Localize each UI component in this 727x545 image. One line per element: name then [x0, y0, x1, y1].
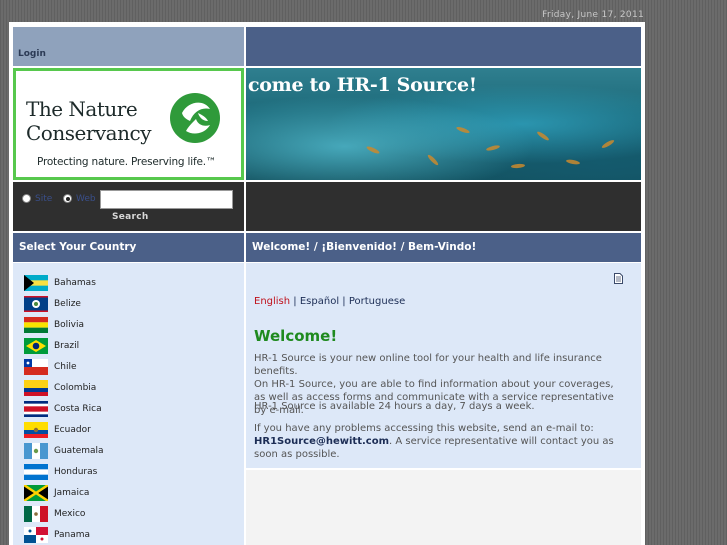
honduras-flag-icon	[24, 464, 48, 480]
colombia-flag-icon	[24, 380, 48, 396]
country-label: Costa Rica	[54, 404, 102, 414]
country-list: Bahamas Belize Bolivia Brazil Chile Colo…	[13, 263, 244, 545]
leaf-globe-icon	[170, 93, 220, 143]
guatemala-flag-icon	[24, 443, 48, 459]
lang-spanish-link[interactable]: Español	[300, 296, 339, 307]
country-item-brazil[interactable]: Brazil	[24, 338, 224, 354]
lang-separator: |	[293, 296, 297, 307]
costa-rica-flag-icon	[24, 401, 48, 417]
country-item-bolivia[interactable]: Bolivia	[24, 317, 224, 333]
country-label: Honduras	[54, 467, 98, 477]
country-item-costa-rica[interactable]: Costa Rica	[24, 401, 224, 417]
jamaica-flag-icon	[24, 485, 48, 501]
ecuador-flag-icon	[24, 422, 48, 438]
country-item-ecuador[interactable]: Ecuador	[24, 422, 224, 438]
language-selector: English | Español | Portuguese	[254, 296, 405, 307]
logo-line2: Conservancy	[26, 121, 152, 145]
fish-decoration	[485, 144, 501, 152]
logo-line1: The Nature	[26, 97, 138, 121]
country-label: Ecuador	[54, 425, 91, 435]
lang-english-link[interactable]: English	[254, 296, 290, 307]
chile-flag-icon	[24, 359, 48, 375]
logo-tagline: Protecting nature. Preserving life.™	[37, 156, 217, 168]
country-item-mexico[interactable]: Mexico	[24, 506, 224, 522]
panama-flag-icon	[24, 527, 48, 543]
country-label: Guatemala	[54, 446, 104, 456]
site-radio[interactable]	[22, 194, 31, 203]
country-label: Chile	[54, 362, 77, 372]
fish-decoration	[365, 145, 381, 155]
nature-conservancy-logo[interactable]: The Nature Conservancy Protecting nature…	[13, 68, 244, 180]
country-item-colombia[interactable]: Colombia	[24, 380, 224, 396]
welcome-heading: Welcome!	[254, 327, 338, 345]
login-link[interactable]: Login	[18, 49, 46, 59]
fish-decoration	[510, 163, 526, 169]
email-link[interactable]: HR1Source@hewitt.com	[254, 436, 389, 447]
country-item-guatemala[interactable]: Guatemala	[24, 443, 224, 459]
mexico-flag-icon	[24, 506, 48, 522]
intro-line1: HR-1 Source is your new online tool for …	[254, 353, 602, 377]
search-input[interactable]	[100, 190, 233, 209]
top-bar	[246, 27, 641, 66]
brazil-flag-icon	[24, 338, 48, 354]
country-label: Bahamas	[54, 278, 96, 288]
country-label: Jamaica	[54, 488, 90, 498]
contact-paragraph: If you have any problems accessing this …	[254, 422, 624, 461]
site-radio-label: Site	[35, 194, 53, 204]
belize-flag-icon	[24, 296, 48, 312]
search-box: Site Web Search	[13, 182, 244, 231]
availability-text: HR-1 Source is available 24 hours a day,…	[254, 401, 535, 412]
welcome-content: English | Español | Portuguese Welcome! …	[246, 263, 641, 468]
fish-decoration	[565, 158, 581, 166]
web-radio-label: Web	[76, 194, 96, 204]
fish-decoration	[426, 153, 440, 167]
content-header: Welcome! / ¡Bienvenido! / Bem-Vindo!	[246, 233, 641, 262]
country-item-panama[interactable]: Panama	[24, 527, 224, 543]
contact-text: If you have any problems accessing this …	[254, 423, 594, 434]
country-label: Belize	[54, 299, 81, 309]
country-label: Brazil	[54, 341, 80, 351]
country-header: Select Your Country	[13, 233, 244, 262]
search-bar-filler	[246, 182, 641, 231]
country-item-jamaica[interactable]: Jamaica	[24, 485, 224, 501]
document-icon[interactable]	[614, 273, 623, 284]
country-label: Mexico	[54, 509, 86, 519]
banner-title: come to HR-1 Source!	[248, 74, 477, 96]
fish-decoration	[600, 138, 616, 150]
bolivia-flag-icon	[24, 317, 48, 333]
lower-panel	[246, 470, 641, 545]
country-item-honduras[interactable]: Honduras	[24, 464, 224, 480]
country-item-belize[interactable]: Belize	[24, 296, 224, 312]
search-button[interactable]: Search	[112, 212, 149, 222]
country-item-bahamas[interactable]: Bahamas	[24, 275, 224, 291]
country-item-chile[interactable]: Chile	[24, 359, 224, 375]
lang-portuguese-link[interactable]: Portuguese	[349, 296, 405, 307]
lang-separator: |	[342, 296, 346, 307]
fish-decoration	[536, 130, 550, 142]
bahamas-flag-icon	[24, 275, 48, 291]
welcome-banner: come to HR-1 Source!	[246, 68, 641, 180]
country-label: Panama	[54, 530, 91, 540]
web-radio[interactable]	[63, 194, 72, 203]
login-bar: Login	[13, 27, 244, 66]
fish-decoration	[455, 125, 471, 135]
country-label: Colombia	[54, 383, 97, 393]
date-text: Friday, June 17, 2011	[542, 10, 644, 20]
country-label: Bolivia	[54, 320, 85, 330]
